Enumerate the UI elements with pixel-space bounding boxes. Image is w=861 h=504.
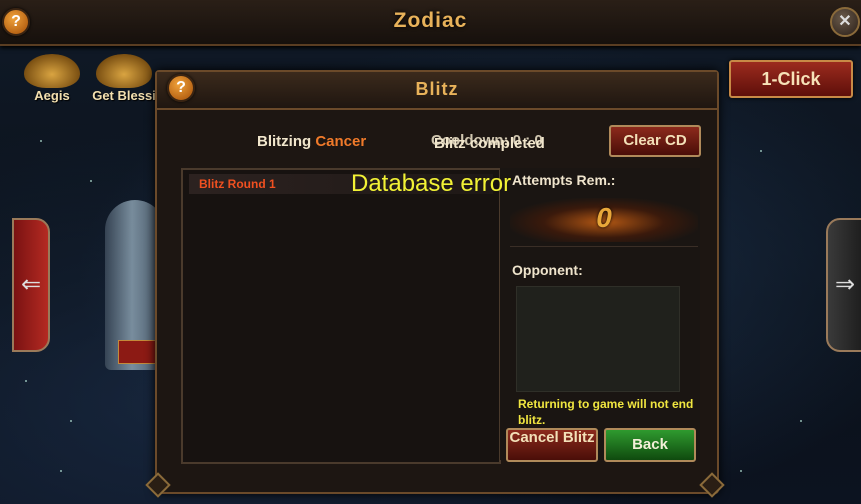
aegis-wings-icon	[24, 54, 80, 88]
blitzing-status: Blitzing Cancer	[257, 133, 366, 150]
attempts-remaining-label: Attempts Rem.:	[512, 172, 616, 188]
zodiac-title: Zodiac	[393, 9, 468, 32]
blitz-dialog: ? Blitz Blitzing Cancer Cooldown: 0 : 0 …	[145, 70, 725, 498]
opponent-label: Opponent:	[512, 262, 583, 278]
arrow-left-icon: ⇐	[20, 271, 42, 298]
one-click-button[interactable]: 1-Click	[729, 60, 853, 98]
error-message: Database error	[351, 170, 512, 197]
zodiac-title-bar: ? Zodiac ✕	[0, 0, 861, 46]
divider	[510, 246, 698, 247]
blitzing-prefix: Blitzing	[257, 133, 312, 150]
attempts-remaining-value: 0	[596, 202, 612, 233]
aegis-button[interactable]: Aegis	[20, 54, 84, 110]
blitz-completed-text: Blitz completed	[434, 135, 545, 152]
blitz-rounds-list: Blitz Round 1	[181, 168, 501, 464]
clear-cd-button[interactable]: Clear CD	[609, 125, 701, 157]
cancel-blitz-button[interactable]: Cancel Blitz	[506, 428, 598, 462]
zodiac-sign-name: Cancer	[315, 133, 367, 150]
blitz-info-panel: Attempts Rem.: 0 Opponent: Returning to …	[499, 168, 700, 462]
blessing-crystal-icon	[96, 54, 152, 88]
opponent-portrait	[516, 286, 680, 392]
get-blessing-button[interactable]: Get Blessi	[92, 54, 156, 110]
arrow-right-icon: ⇒	[834, 271, 856, 298]
round-label: Blitz Round 1	[199, 177, 276, 191]
get-blessing-label: Get Blessi	[92, 88, 156, 103]
blitz-dialog-header: ? Blitz	[157, 72, 717, 110]
previous-zodiac-button[interactable]: ⇐	[12, 218, 50, 352]
blitz-notice: Returning to game will not end blitz.	[518, 397, 694, 427]
back-button[interactable]: Back	[604, 428, 696, 462]
blitz-dialog-title: Blitz	[415, 79, 459, 99]
next-zodiac-button[interactable]: ⇒	[826, 218, 861, 352]
blitz-status-row: Blitzing Cancer Cooldown: 0 : 0 Blitz co…	[169, 122, 705, 160]
tower-banner	[118, 340, 160, 364]
aegis-label: Aegis	[34, 88, 70, 103]
zodiac-close-button[interactable]: ✕	[830, 7, 860, 37]
attempts-remaining-display: 0	[510, 198, 698, 242]
